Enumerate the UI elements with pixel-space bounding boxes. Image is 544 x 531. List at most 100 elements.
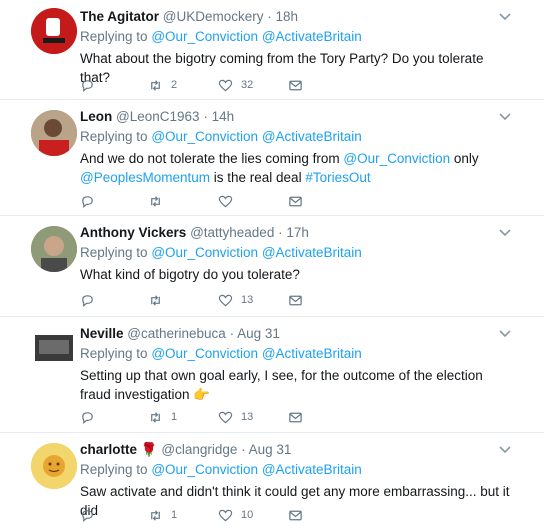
avatar[interactable] [31, 8, 77, 54]
mention-link[interactable]: @Our_Conviction [151, 129, 258, 144]
display-name[interactable]: charlotte [80, 442, 137, 457]
heart-icon [218, 294, 233, 306]
tweet-text: And we do not tolerate the lies coming f… [80, 151, 479, 185]
like-count: 13 [241, 411, 254, 423]
mention-link[interactable]: @ActivateBritain [262, 245, 362, 260]
avatar[interactable] [31, 110, 77, 156]
avatar-photo [35, 335, 73, 361]
retweet-icon [151, 294, 160, 306]
sun-avatar-icon [31, 443, 77, 489]
rose-emoji: 🌹 [140, 442, 158, 457]
display-name[interactable]: Leon [80, 109, 112, 124]
user-handle[interactable]: @clangridge [161, 442, 237, 457]
heart-icon [218, 79, 233, 91]
envelope-icon [289, 295, 302, 305]
envelope-icon [289, 412, 302, 422]
retweet-button[interactable] [148, 291, 171, 309]
retweet-button[interactable]: 1 [148, 506, 177, 524]
like-button[interactable]: 32 [218, 76, 253, 94]
mention-link[interactable]: @PeoplesMomentum [80, 170, 210, 185]
avatar[interactable] [31, 226, 77, 272]
like-button[interactable]: 13 [218, 408, 253, 426]
user-handle[interactable]: @catherinebuca [127, 326, 226, 341]
reply-icon [82, 79, 93, 92]
replying-to: Replying to @Our_Conviction @ActivateBri… [80, 462, 362, 477]
retweet-button[interactable] [148, 192, 171, 210]
heart-icon [218, 195, 233, 207]
replying-to: Replying to @Our_Conviction @ActivateBri… [80, 346, 362, 361]
like-button[interactable]: 13 [218, 291, 253, 309]
avatar[interactable] [31, 331, 77, 365]
mention-link[interactable]: @ActivateBritain [262, 462, 362, 477]
mention-link[interactable]: @ActivateBritain [262, 29, 362, 44]
reply-button[interactable] [80, 192, 95, 210]
retweet-icon [151, 509, 160, 521]
mention-link[interactable]: @Our_Conviction [151, 245, 258, 260]
heart-icon [218, 411, 233, 423]
reply-icon [82, 509, 93, 522]
timestamp[interactable]: 17h [286, 225, 309, 240]
reply-button[interactable] [80, 408, 95, 426]
chevron-down-icon[interactable] [498, 329, 512, 339]
mention-link[interactable]: @ActivateBritain [262, 129, 362, 144]
like-count: 32 [241, 79, 254, 91]
direct-message-button[interactable] [288, 291, 303, 309]
retweet-count: 1 [171, 411, 178, 423]
user-handle[interactable]: @UKDemockery [163, 9, 264, 24]
retweet-icon [151, 79, 160, 91]
envelope-icon [289, 80, 302, 90]
timestamp[interactable]: 14h [212, 109, 235, 124]
user-handle[interactable]: @tattyheaded [190, 225, 274, 240]
reply-button[interactable] [80, 291, 95, 309]
reply-button[interactable] [80, 76, 95, 94]
reply-button[interactable] [80, 506, 95, 524]
display-name[interactable]: The Agitator [80, 9, 159, 24]
replying-to: Replying to @Our_Conviction @ActivateBri… [80, 29, 362, 44]
retweet-icon [151, 195, 160, 207]
mention-link[interactable]: @Our_Conviction [151, 462, 258, 477]
timestamp[interactable]: Aug 31 [237, 326, 280, 341]
reply-icon [82, 411, 93, 424]
replying-to: Replying to @Our_Conviction @ActivateBri… [80, 129, 362, 144]
avatar-photo [31, 226, 77, 272]
like-button[interactable] [218, 192, 241, 210]
display-name[interactable]: Anthony Vickers [80, 225, 186, 240]
direct-message-button[interactable] [288, 192, 303, 210]
tweet[interactable]: Neville @catherinebuca · Aug 31 Replying… [0, 317, 544, 433]
reply-icon [82, 195, 93, 208]
avatar-photo [31, 110, 77, 156]
envelope-icon [289, 510, 302, 520]
tweet[interactable]: The Agitator @UKDemockery · 18h Replying… [0, 0, 544, 100]
retweet-button[interactable]: 2 [148, 76, 177, 94]
tweet[interactable]: charlotte 🌹 @clangridge · Aug 31 Replyin… [0, 433, 544, 531]
fist-logo-icon [31, 8, 77, 54]
chevron-down-icon[interactable] [498, 445, 512, 455]
tweet[interactable]: Leon @LeonC1963 · 14h Replying to @Our_C… [0, 100, 544, 216]
heart-icon [218, 509, 233, 521]
retweet-button[interactable]: 1 [148, 408, 177, 426]
pointing-hand-emoji: 👉 [193, 387, 211, 402]
like-count: 10 [241, 509, 254, 521]
mention-link[interactable]: @Our_Conviction [343, 151, 450, 166]
user-handle[interactable]: @LeonC1963 [116, 109, 200, 124]
tweet[interactable]: Anthony Vickers @tattyheaded · 17h Reply… [0, 216, 544, 317]
chevron-down-icon[interactable] [498, 228, 512, 238]
tweet-text: Setting up that own goal early, I see, f… [80, 368, 483, 402]
chevron-down-icon[interactable] [498, 12, 512, 22]
envelope-icon [289, 196, 302, 206]
mention-link[interactable]: @Our_Conviction [151, 346, 258, 361]
like-button[interactable]: 10 [218, 506, 253, 524]
chevron-down-icon[interactable] [498, 112, 512, 122]
timestamp[interactable]: 18h [276, 9, 299, 24]
timestamp[interactable]: Aug 31 [249, 442, 292, 457]
replying-to: Replying to @Our_Conviction @ActivateBri… [80, 245, 362, 260]
direct-message-button[interactable] [288, 76, 303, 94]
avatar[interactable] [31, 443, 77, 489]
hashtag-link[interactable]: #ToriesOut [305, 170, 370, 185]
direct-message-button[interactable] [288, 506, 303, 524]
mention-link[interactable]: @ActivateBritain [262, 346, 362, 361]
mention-link[interactable]: @Our_Conviction [151, 29, 258, 44]
direct-message-button[interactable] [288, 408, 303, 426]
reply-icon [82, 294, 93, 307]
display-name[interactable]: Neville [80, 326, 124, 341]
